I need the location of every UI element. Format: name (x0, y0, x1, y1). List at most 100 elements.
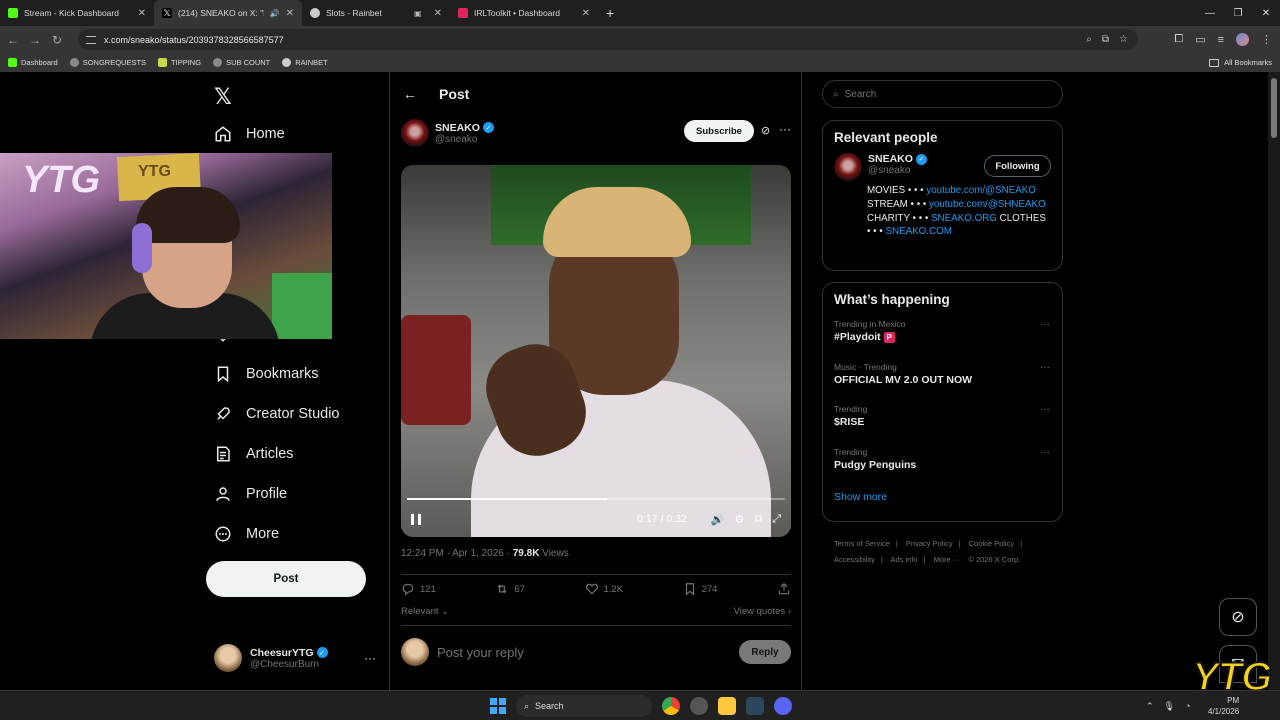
close-window-button[interactable]: ✕ (1252, 0, 1280, 26)
relevant-person[interactable]: SNEAKO ✓ @sneako Following (823, 145, 1062, 181)
like-action[interactable]: 1.2K (585, 582, 623, 596)
reply-action[interactable]: 121 (401, 582, 436, 596)
back-button[interactable]: ← (2, 33, 24, 47)
fullscreen-icon[interactable]: ⤢ (772, 513, 781, 526)
footer-link[interactable]: Accessibility (834, 555, 875, 564)
more-icon[interactable]: ··· (1040, 319, 1050, 330)
bookmark-item[interactable]: RAINBET (282, 58, 328, 67)
settings-gear-icon[interactable]: ⚙ (734, 513, 744, 526)
taskbar-clock[interactable]: PM 4/1/2026 (1208, 695, 1239, 717)
tab-kick-dashboard[interactable]: Stream - Kick Dashboard ✕ (0, 0, 154, 26)
close-icon[interactable]: ✕ (434, 8, 442, 19)
pause-icon[interactable] (411, 513, 421, 525)
tab-rainbet[interactable]: Slots - Rainbet ▣ ✕ (302, 0, 450, 26)
media-icon[interactable]: ≡ (1218, 34, 1224, 46)
nav-articles[interactable]: Articles (214, 445, 294, 463)
footer-link[interactable]: More ··· (934, 555, 961, 564)
trend-item[interactable]: Trending $RISE ··· (823, 398, 1062, 441)
windows-start-icon[interactable] (490, 698, 506, 714)
maximize-button[interactable]: ❐ (1224, 0, 1252, 26)
bio-link[interactable]: SNEAKO.COM (885, 226, 951, 237)
bookmark-item[interactable]: Dashboard (8, 58, 58, 67)
bookmark-item[interactable]: SUB COUNT (213, 58, 270, 67)
bookmark-action[interactable]: 274 (683, 582, 717, 596)
steam-icon[interactable] (746, 697, 764, 715)
author-handle[interactable]: @sneako (435, 134, 494, 145)
nav-profile[interactable]: Profile (214, 485, 287, 503)
volume-icon[interactable]: 🔊 (711, 513, 725, 526)
nav-home[interactable]: Home (214, 125, 285, 143)
tab-irltoolkit[interactable]: IRLToolkit • Dashboard ✕ (450, 0, 598, 26)
close-icon[interactable]: ✕ (286, 8, 294, 19)
zoom-icon[interactable]: ⌕ (1086, 34, 1092, 45)
new-tab-button[interactable]: + (598, 5, 622, 21)
file-explorer-icon[interactable] (718, 697, 736, 715)
install-icon[interactable]: ⧉ (1102, 34, 1109, 45)
more-icon[interactable]: ··· (364, 651, 376, 665)
more-icon[interactable]: ··· (1040, 404, 1050, 415)
chevron-up-icon[interactable]: ⌃ (1146, 701, 1154, 712)
more-icon[interactable]: ··· (779, 122, 791, 136)
author-name[interactable]: SNEAKO (435, 122, 480, 134)
profile-avatar[interactable] (1236, 33, 1249, 46)
bio-link[interactable]: youtube.com/@SHNEAKO (929, 199, 1046, 210)
obs-icon[interactable] (690, 697, 708, 715)
trend-item[interactable]: Music · Trending OFFICIAL MV 2.0 OUT NOW… (823, 356, 1062, 399)
address-bar[interactable]: x.com/sneako/status/2039378328566587577 … (78, 29, 1138, 50)
trend-item[interactable]: Trending Pudgy Penguins ··· (823, 441, 1062, 484)
more-icon[interactable]: ··· (1040, 447, 1050, 458)
grok-icon[interactable]: ⊘ (761, 124, 770, 137)
page-scrollbar[interactable] (1268, 72, 1280, 690)
bio-link[interactable]: SNEAKO.ORG (931, 213, 997, 224)
reply-button[interactable]: Reply (739, 640, 791, 664)
avatar[interactable] (834, 153, 862, 181)
footer-link[interactable]: Privacy Policy (906, 539, 953, 548)
reload-button[interactable]: ↻ (46, 33, 68, 47)
wifi-icon[interactable]: ◔ (1185, 701, 1190, 711)
reply-input[interactable]: Post your reply (437, 645, 524, 660)
tab-x-post[interactable]: 𝕏 (214) SNEAKO on X: "https: 🔊 ✕ (154, 0, 302, 26)
forward-button[interactable]: → (24, 33, 46, 47)
video-player[interactable]: 0:17 / 0:32 🔊 ⚙ ⧉ ⤢ (401, 165, 791, 537)
bio-link[interactable]: youtube.com/@SNEAKO (926, 185, 1036, 196)
popout-icon[interactable]: ⧉ (754, 513, 762, 526)
video-progress-bar[interactable] (407, 498, 785, 500)
menu-icon[interactable]: ⋮ (1261, 33, 1272, 46)
site-info-icon[interactable] (86, 35, 96, 44)
account-switcher[interactable]: CheesurYTG ✓ @CheesurBurn ··· (214, 644, 376, 672)
post-timestamp[interactable]: 12:24 PM · Apr 1, 2026 · (401, 548, 513, 559)
all-bookmarks-button[interactable]: All Bookmarks (1209, 53, 1272, 72)
sidepanel-icon[interactable]: ▭ (1195, 33, 1205, 46)
post-button[interactable]: Post (206, 561, 366, 597)
share-action[interactable] (777, 582, 791, 596)
more-icon[interactable]: ··· (1040, 362, 1050, 373)
close-icon[interactable]: ✕ (582, 8, 590, 19)
post-author[interactable]: SNEAKO ✓ @sneako (401, 119, 494, 147)
bookmark-item[interactable]: SONGREQUESTS (69, 58, 146, 67)
repost-action[interactable]: 67 (495, 582, 525, 596)
footer-link[interactable]: Terms of Service (834, 539, 890, 548)
footer-link[interactable]: Ads info (890, 555, 917, 564)
minimize-button[interactable]: — (1196, 0, 1224, 26)
nav-bookmarks[interactable]: Bookmarks (214, 365, 319, 383)
audio-icon[interactable]: 🔊 (270, 9, 280, 18)
discord-icon[interactable] (774, 697, 792, 715)
footer-link[interactable]: Cookie Policy (969, 539, 1014, 548)
person-name[interactable]: SNEAKO (868, 153, 913, 165)
sort-dropdown[interactable]: Relevant ⌄ (401, 606, 449, 617)
chrome-icon[interactable] (662, 697, 680, 715)
search-input[interactable]: ⌕ Search (822, 80, 1063, 108)
show-more-link[interactable]: Show more (823, 483, 1062, 503)
nav-creator-studio[interactable]: Creator Studio (214, 405, 340, 423)
nav-more[interactable]: More (214, 525, 279, 543)
microphone-icon[interactable]: 🎙 (1164, 701, 1175, 712)
grok-float-button[interactable]: ⊘ (1219, 598, 1257, 636)
following-button[interactable]: Following (984, 155, 1051, 177)
view-quotes-link[interactable]: View quotes › (734, 606, 791, 617)
extensions-icon[interactable]: ⧠ (1174, 33, 1183, 46)
x-logo[interactable]: 𝕏 (214, 84, 232, 110)
taskbar-search[interactable]: ⌕ Search (516, 695, 652, 717)
scrollbar-thumb[interactable] (1271, 78, 1277, 138)
trend-item[interactable]: Trending in Mexico #Playdoit P ··· (823, 313, 1062, 356)
bookmark-item[interactable]: TIPPING (158, 58, 201, 67)
